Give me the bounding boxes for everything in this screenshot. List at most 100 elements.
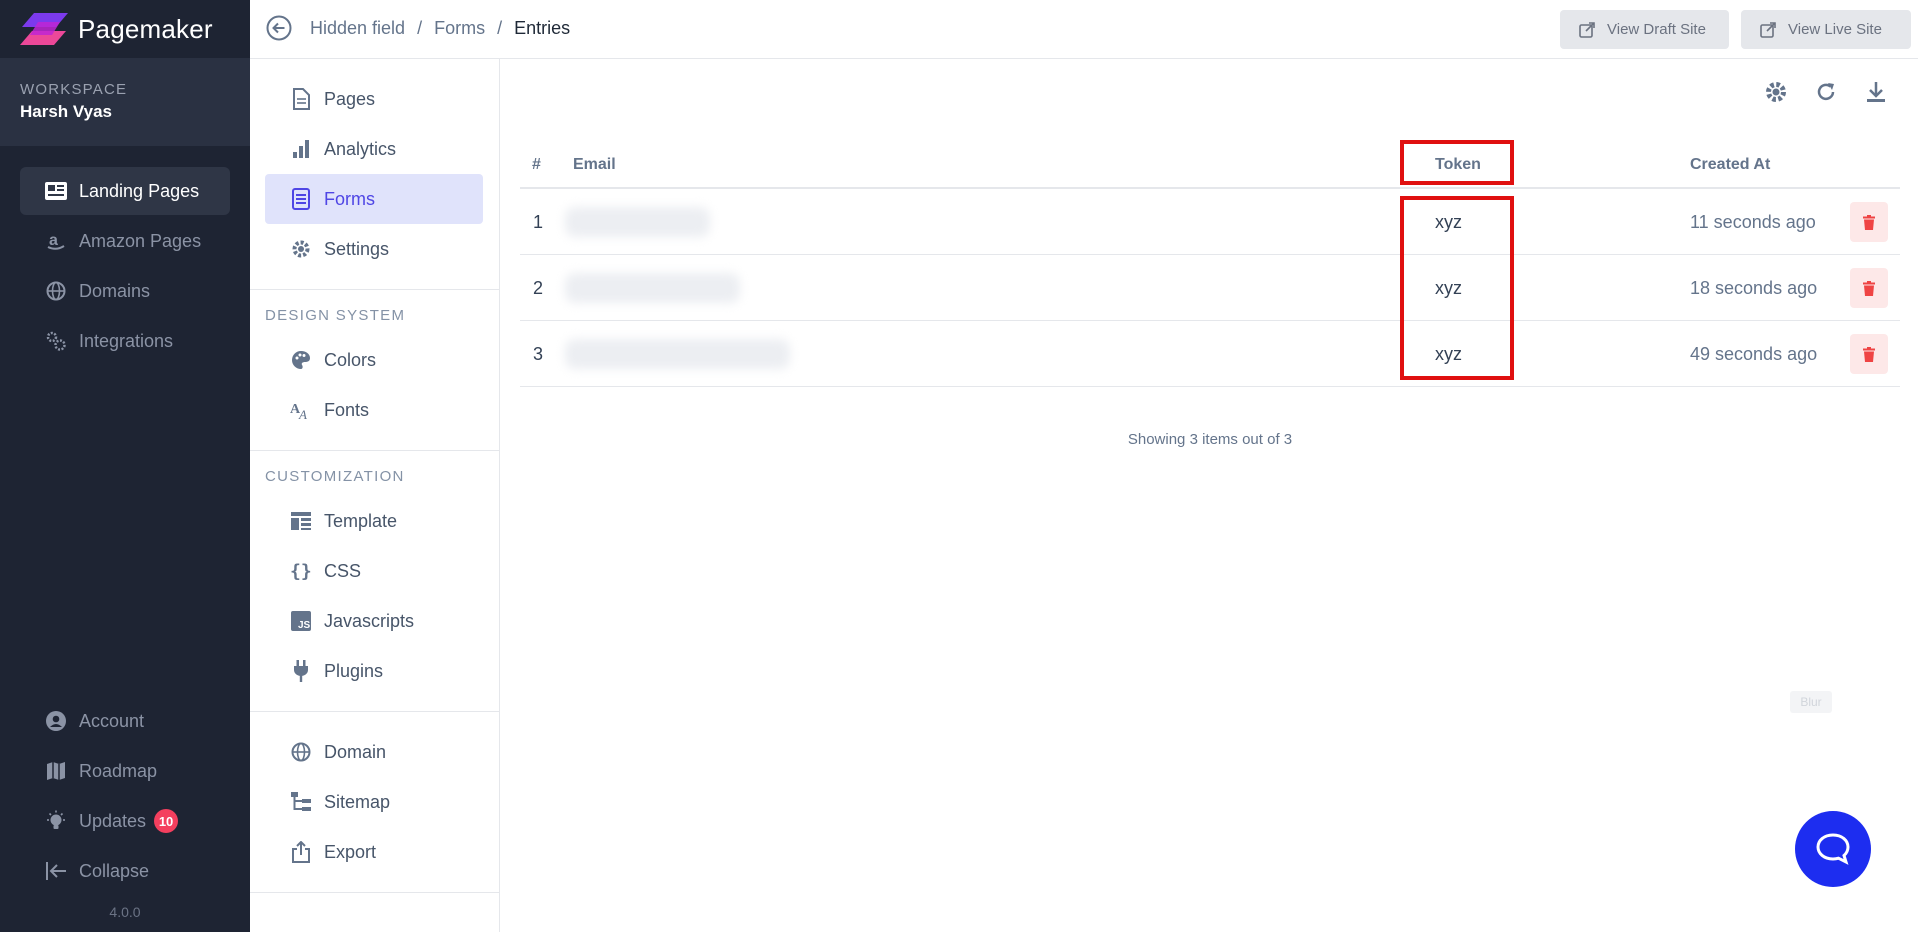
external-link-icon: [1760, 21, 1776, 38]
sub-nav-label: Analytics: [324, 138, 397, 159]
nav-item-roadmap[interactable]: Roadmap: [20, 746, 230, 796]
download-button[interactable]: [1863, 79, 1889, 105]
column-index: #: [532, 156, 541, 173]
breadcrumb: Hidden field / Forms / Entries: [310, 18, 570, 39]
token-header-highlight: [1400, 140, 1514, 185]
nav-label: Account: [79, 710, 145, 731]
sub-nav-domain[interactable]: Domain: [265, 727, 483, 777]
view-live-site-button[interactable]: View Live Site: [1741, 10, 1911, 49]
arrow-left-circle-icon: [266, 15, 292, 41]
sub-nav-analytics[interactable]: Analytics: [265, 124, 483, 174]
main-sidebar: Pagemaker WORKSPACE Harsh Vyas Landing P…: [0, 0, 250, 932]
sub-nav-export[interactable]: Export: [265, 827, 483, 877]
palette-icon: [290, 349, 312, 371]
sub-nav-css[interactable]: {} CSS: [265, 546, 483, 596]
trash-icon: [1863, 214, 1875, 230]
row-index: 3: [533, 344, 544, 364]
table-header: # Email Token Created At: [520, 141, 1900, 189]
customization-heading: CUSTOMIZATION: [265, 468, 405, 485]
nav-label: Updates: [79, 810, 147, 831]
breadcrumb-current: Entries: [514, 18, 571, 38]
globe-icon: [45, 280, 67, 302]
divider: [250, 711, 499, 712]
nav-label: Integrations: [79, 330, 174, 351]
collapse-icon: [45, 860, 67, 882]
sub-nav-fonts[interactable]: AA Fonts: [265, 385, 483, 435]
globe-icon: [290, 741, 312, 763]
sub-nav-label: Settings: [324, 238, 390, 259]
sub-nav-javascripts[interactable]: JS Javascripts: [265, 596, 483, 646]
breadcrumb-forms[interactable]: Forms: [434, 18, 485, 39]
sub-nav-pages[interactable]: Pages: [265, 74, 483, 124]
newspaper-icon: [45, 180, 67, 202]
download-icon: [1867, 82, 1885, 102]
sub-nav-label: Forms: [324, 188, 375, 209]
table-row: 3 xyz 49 seconds ago: [520, 321, 1900, 387]
delete-button[interactable]: [1850, 268, 1888, 308]
brand[interactable]: Pagemaker: [20, 12, 213, 46]
lightbulb-icon: [45, 810, 67, 832]
sub-nav-forms[interactable]: Forms: [265, 174, 483, 224]
workspace-label: WORKSPACE: [20, 81, 128, 98]
gear-icon: [290, 238, 312, 260]
svg-text:a: a: [49, 232, 58, 249]
email-redacted: [565, 207, 710, 237]
sub-nav-plugins[interactable]: Plugins: [265, 646, 483, 696]
view-draft-site-button[interactable]: View Draft Site: [1560, 10, 1729, 49]
divider: [250, 892, 499, 893]
nav-item-updates[interactable]: Updates 10: [20, 796, 230, 846]
sub-nav-label: Template: [324, 510, 398, 531]
row-created-at: 11 seconds ago: [1690, 212, 1816, 232]
nav-item-collapse[interactable]: Collapse: [20, 846, 230, 896]
svg-text:JS: JS: [298, 620, 311, 631]
brand-name: Pagemaker: [78, 13, 213, 44]
design-system-heading: DESIGN SYSTEM: [265, 307, 406, 324]
nav-item-domains[interactable]: Domains: [20, 267, 230, 315]
breadcrumb-separator: /: [497, 18, 503, 38]
token-values-highlight: [1400, 196, 1514, 380]
braces-icon: {}: [290, 560, 312, 582]
column-created-at: Created At: [1690, 156, 1771, 173]
user-circle-icon: [45, 710, 67, 732]
nav-item-landing-pages[interactable]: Landing Pages: [20, 167, 230, 215]
file-icon: [290, 88, 312, 110]
refresh-button[interactable]: [1813, 79, 1839, 105]
sub-nav-settings[interactable]: Settings: [265, 224, 483, 274]
nav-label: Roadmap: [79, 760, 158, 781]
pagemaker-logo-icon: [20, 13, 68, 45]
divider: [250, 289, 499, 290]
sub-nav-label: Export: [324, 841, 377, 862]
entries-table: # Email Token Created At 1 xyz 11 second…: [520, 141, 1900, 387]
nav-item-integrations[interactable]: Integrations: [20, 317, 230, 365]
nav-item-amazon-pages[interactable]: a Amazon Pages: [20, 217, 230, 265]
back-button[interactable]: [266, 15, 292, 41]
main-nav: Landing Pages a Amazon Pages Domains Int…: [20, 167, 230, 367]
app-version: 4.0.0: [109, 904, 141, 920]
nav-label: Collapse: [79, 860, 150, 881]
form-icon: [290, 188, 312, 210]
delete-button[interactable]: [1850, 202, 1888, 242]
delete-button[interactable]: [1850, 334, 1888, 374]
sitemap-icon: [290, 791, 312, 813]
settings-button[interactable]: [1763, 79, 1789, 105]
email-redacted: [565, 273, 740, 303]
workspace-switcher[interactable]: WORKSPACE Harsh Vyas: [0, 58, 250, 146]
blur-tag: Blur: [1790, 691, 1832, 713]
divider: [250, 450, 499, 451]
nav-item-account[interactable]: Account: [20, 696, 230, 746]
breadcrumb-hidden-field[interactable]: Hidden field: [310, 18, 405, 39]
sub-nav-label: Plugins: [324, 660, 384, 681]
chat-support-button[interactable]: [1795, 811, 1871, 887]
column-email: Email: [573, 156, 616, 173]
sub-nav-label: Javascripts: [324, 610, 415, 631]
bottom-nav: Account Roadmap Updates 10 Collapse: [20, 696, 230, 896]
sub-nav-label: Pages: [324, 88, 376, 109]
export-icon: [290, 841, 312, 863]
view-live-site-label: View Live Site: [1788, 21, 1882, 38]
sub-nav-colors[interactable]: Colors: [265, 335, 483, 385]
sub-nav-sitemap[interactable]: Sitemap: [265, 777, 483, 827]
nav-label: Domains: [79, 280, 151, 301]
updates-count-badge: 10: [154, 809, 179, 833]
sub-nav-template[interactable]: Template: [265, 496, 483, 546]
sub-nav-label: Sitemap: [324, 791, 391, 812]
